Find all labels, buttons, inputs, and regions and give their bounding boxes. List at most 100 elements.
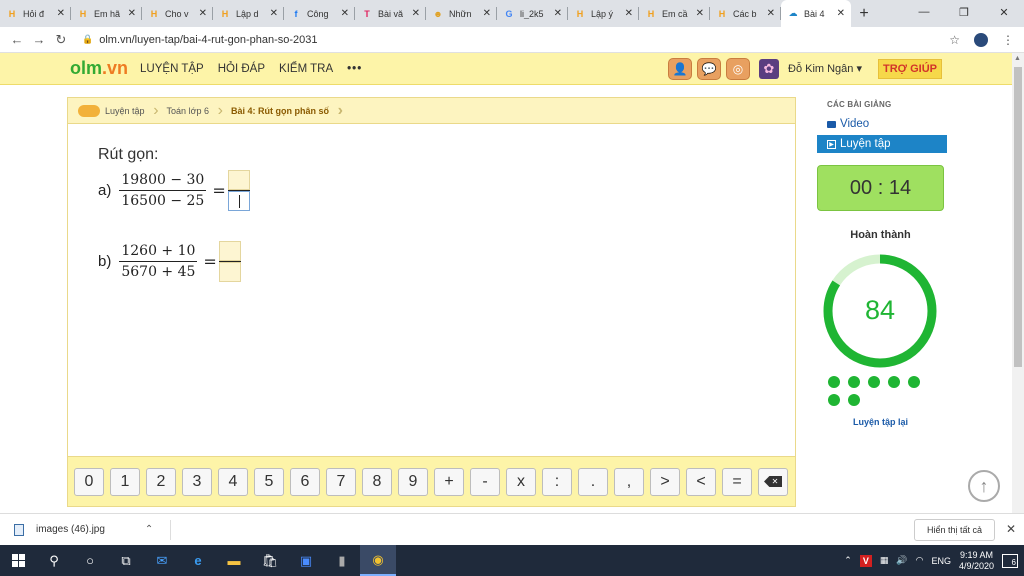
restore-button[interactable]: ❐ [944,0,984,24]
keypad-key[interactable]: 6 [290,467,320,496]
chrome-icon[interactable]: ◉ [360,545,396,576]
breadcrumb-item-toan-lop-6[interactable]: Toán lớp 6 [157,98,224,124]
breadcrumb-item-luyen-tap[interactable]: Luyện tập [68,98,158,124]
chat-icon[interactable]: 💬 [697,57,721,80]
tab-close-icon[interactable]: ✕ [57,8,65,19]
keypad-backspace-button[interactable]: ✕ [758,467,788,496]
sidebar-item-luyen-tap[interactable]: ▶ Luyện tập [817,135,947,153]
keypad-key[interactable]: , [614,467,644,496]
zoom-icon[interactable]: ▣ [288,545,324,576]
clock[interactable]: 9:19 AM 4/9/2020 [959,550,994,572]
tab-close-icon[interactable]: ✕ [270,8,278,19]
answer-a-denominator-input[interactable] [227,191,250,211]
browser-tab[interactable]: H Em cầ ✕ [639,0,710,27]
answer-b-denominator-input[interactable] [218,262,241,282]
tab-close-icon[interactable]: ✕ [341,8,349,19]
tab-close-icon[interactable]: ✕ [837,8,845,19]
tab-close-icon[interactable]: ✕ [128,8,136,19]
keypad-key[interactable]: 4 [218,467,248,496]
browser-tab[interactable]: H Lập d ✕ [213,0,284,27]
tab-close-icon[interactable]: ✕ [625,8,633,19]
browser-tab[interactable]: ☻ Nhữn ✕ [426,0,497,27]
page-scrollbar[interactable]: ▲ [1012,53,1024,513]
tab-close-icon[interactable]: ✕ [199,8,207,19]
keypad-key[interactable]: . [578,467,608,496]
scrollbar-thumb[interactable] [1014,67,1022,367]
network-icon[interactable]: ▦ [880,555,889,566]
user-avatar[interactable]: ✿ [759,58,779,79]
minimize-button[interactable]: — [904,0,944,24]
show-all-button[interactable]: Hiển thị tất cả [914,519,996,541]
new-tab-button[interactable]: + [851,0,877,27]
nav-kiem-tra[interactable]: KIỂM TRA [279,63,333,75]
profile-avatar[interactable] [974,32,988,47]
notification-icon[interactable]: 6 [1002,553,1018,568]
browser-tab[interactable]: H Cho v ✕ [142,0,213,27]
browser-tab[interactable]: H Các b ✕ [710,0,781,27]
keypad-key[interactable]: 8 [362,467,392,496]
answer-b-numerator-input[interactable] [218,241,241,261]
retry-link[interactable]: Luyện tập lại [817,417,944,427]
browser-tab[interactable]: H Lập ý ✕ [568,0,639,27]
olm-logo[interactable]: olm.vn [70,58,128,79]
nav-luyen-tap[interactable]: LUYỆN TẬP [140,63,204,75]
close-download-bar-icon[interactable]: ✕ [1006,522,1016,536]
nav-more[interactable]: ••• [347,63,362,75]
keypad-key[interactable]: - [470,467,500,496]
browser-tab[interactable]: f Công ✕ [284,0,355,27]
nav-hoi-dap[interactable]: HỎI ĐÁP [218,63,265,75]
keypad-key[interactable]: : [542,467,572,496]
chevron-up-icon[interactable]: ⌃ [145,524,153,535]
file-explorer-icon[interactable]: ▬ [216,545,252,576]
keypad-key[interactable]: x [506,467,536,496]
language-indicator[interactable]: ENG [931,556,951,566]
start-button[interactable] [0,545,36,576]
task-view-icon[interactable]: ⧉ [108,545,144,576]
browser-tab[interactable]: H Hỏi đ ✕ [0,0,71,27]
close-window-button[interactable]: ✕ [984,0,1024,24]
keypad-key[interactable]: 2 [146,467,176,496]
forward-button[interactable]: → [28,32,50,47]
tab-close-icon[interactable]: ✕ [412,8,420,19]
tray-overflow-icon[interactable]: ⌃ [844,555,852,566]
back-button[interactable]: ← [6,32,28,47]
keypad-key[interactable]: 3 [182,467,212,496]
keypad-key[interactable]: 1 [110,467,140,496]
tab-close-icon[interactable]: ✕ [696,8,704,19]
browser-tab[interactable]: ☁ Bài 4 ✕ [781,0,851,27]
keypad-key[interactable]: < [686,467,716,496]
reload-button[interactable]: ↻ [50,32,72,48]
sidebar-item-video[interactable]: Video [817,115,947,133]
browser-tab[interactable]: Gli_2k5 ✕ [497,0,568,27]
wifi-icon[interactable]: ◠ [916,555,924,566]
keypad-key[interactable]: > [650,467,680,496]
username[interactable]: Đỗ Kim Ngân ▾ [788,62,862,75]
store-icon[interactable]: 🛍 [252,545,288,576]
keypad-key[interactable]: 9 [398,467,428,496]
keypad-key[interactable]: = [722,467,752,496]
tab-close-icon[interactable]: ✕ [483,8,491,19]
tab-close-icon[interactable]: ✕ [767,8,775,19]
browser-tab[interactable]: T Bài vă ✕ [355,0,426,27]
mail-icon[interactable]: ✉ [144,545,180,576]
antivirus-icon[interactable]: V [859,554,872,567]
keypad-key[interactable]: 7 [326,467,356,496]
globe-icon[interactable]: ◎ [726,57,750,80]
keypad-key[interactable]: 0 [74,467,104,496]
scroll-up-icon[interactable]: ▲ [1014,55,1021,62]
app-icon[interactable]: ▮ [324,545,360,576]
help-button[interactable]: TRỢ GIÚP [878,59,942,79]
keypad-key[interactable]: 5 [254,467,284,496]
cortana-icon[interactable]: ○ [72,545,108,576]
edge-icon[interactable]: e [180,545,216,576]
answer-a-numerator-input[interactable] [227,170,250,190]
menu-dots-icon[interactable]: ⋮ [1002,33,1014,47]
volume-icon[interactable]: 🔊 [896,555,907,566]
tab-close-icon[interactable]: ✕ [554,8,562,19]
browser-tab[interactable]: H Em hã ✕ [71,0,142,27]
user-add-icon[interactable]: 👤 [668,57,692,80]
search-icon[interactable]: ⚲ [36,545,72,576]
address-bar[interactable]: 🔒 olm.vn/luyen-tap/bai-4-rut-gon-phan-so… [82,34,942,46]
bookmark-star-icon[interactable]: ☆ [949,33,960,47]
download-item[interactable]: images (46).jpg ⌃ [14,523,174,536]
